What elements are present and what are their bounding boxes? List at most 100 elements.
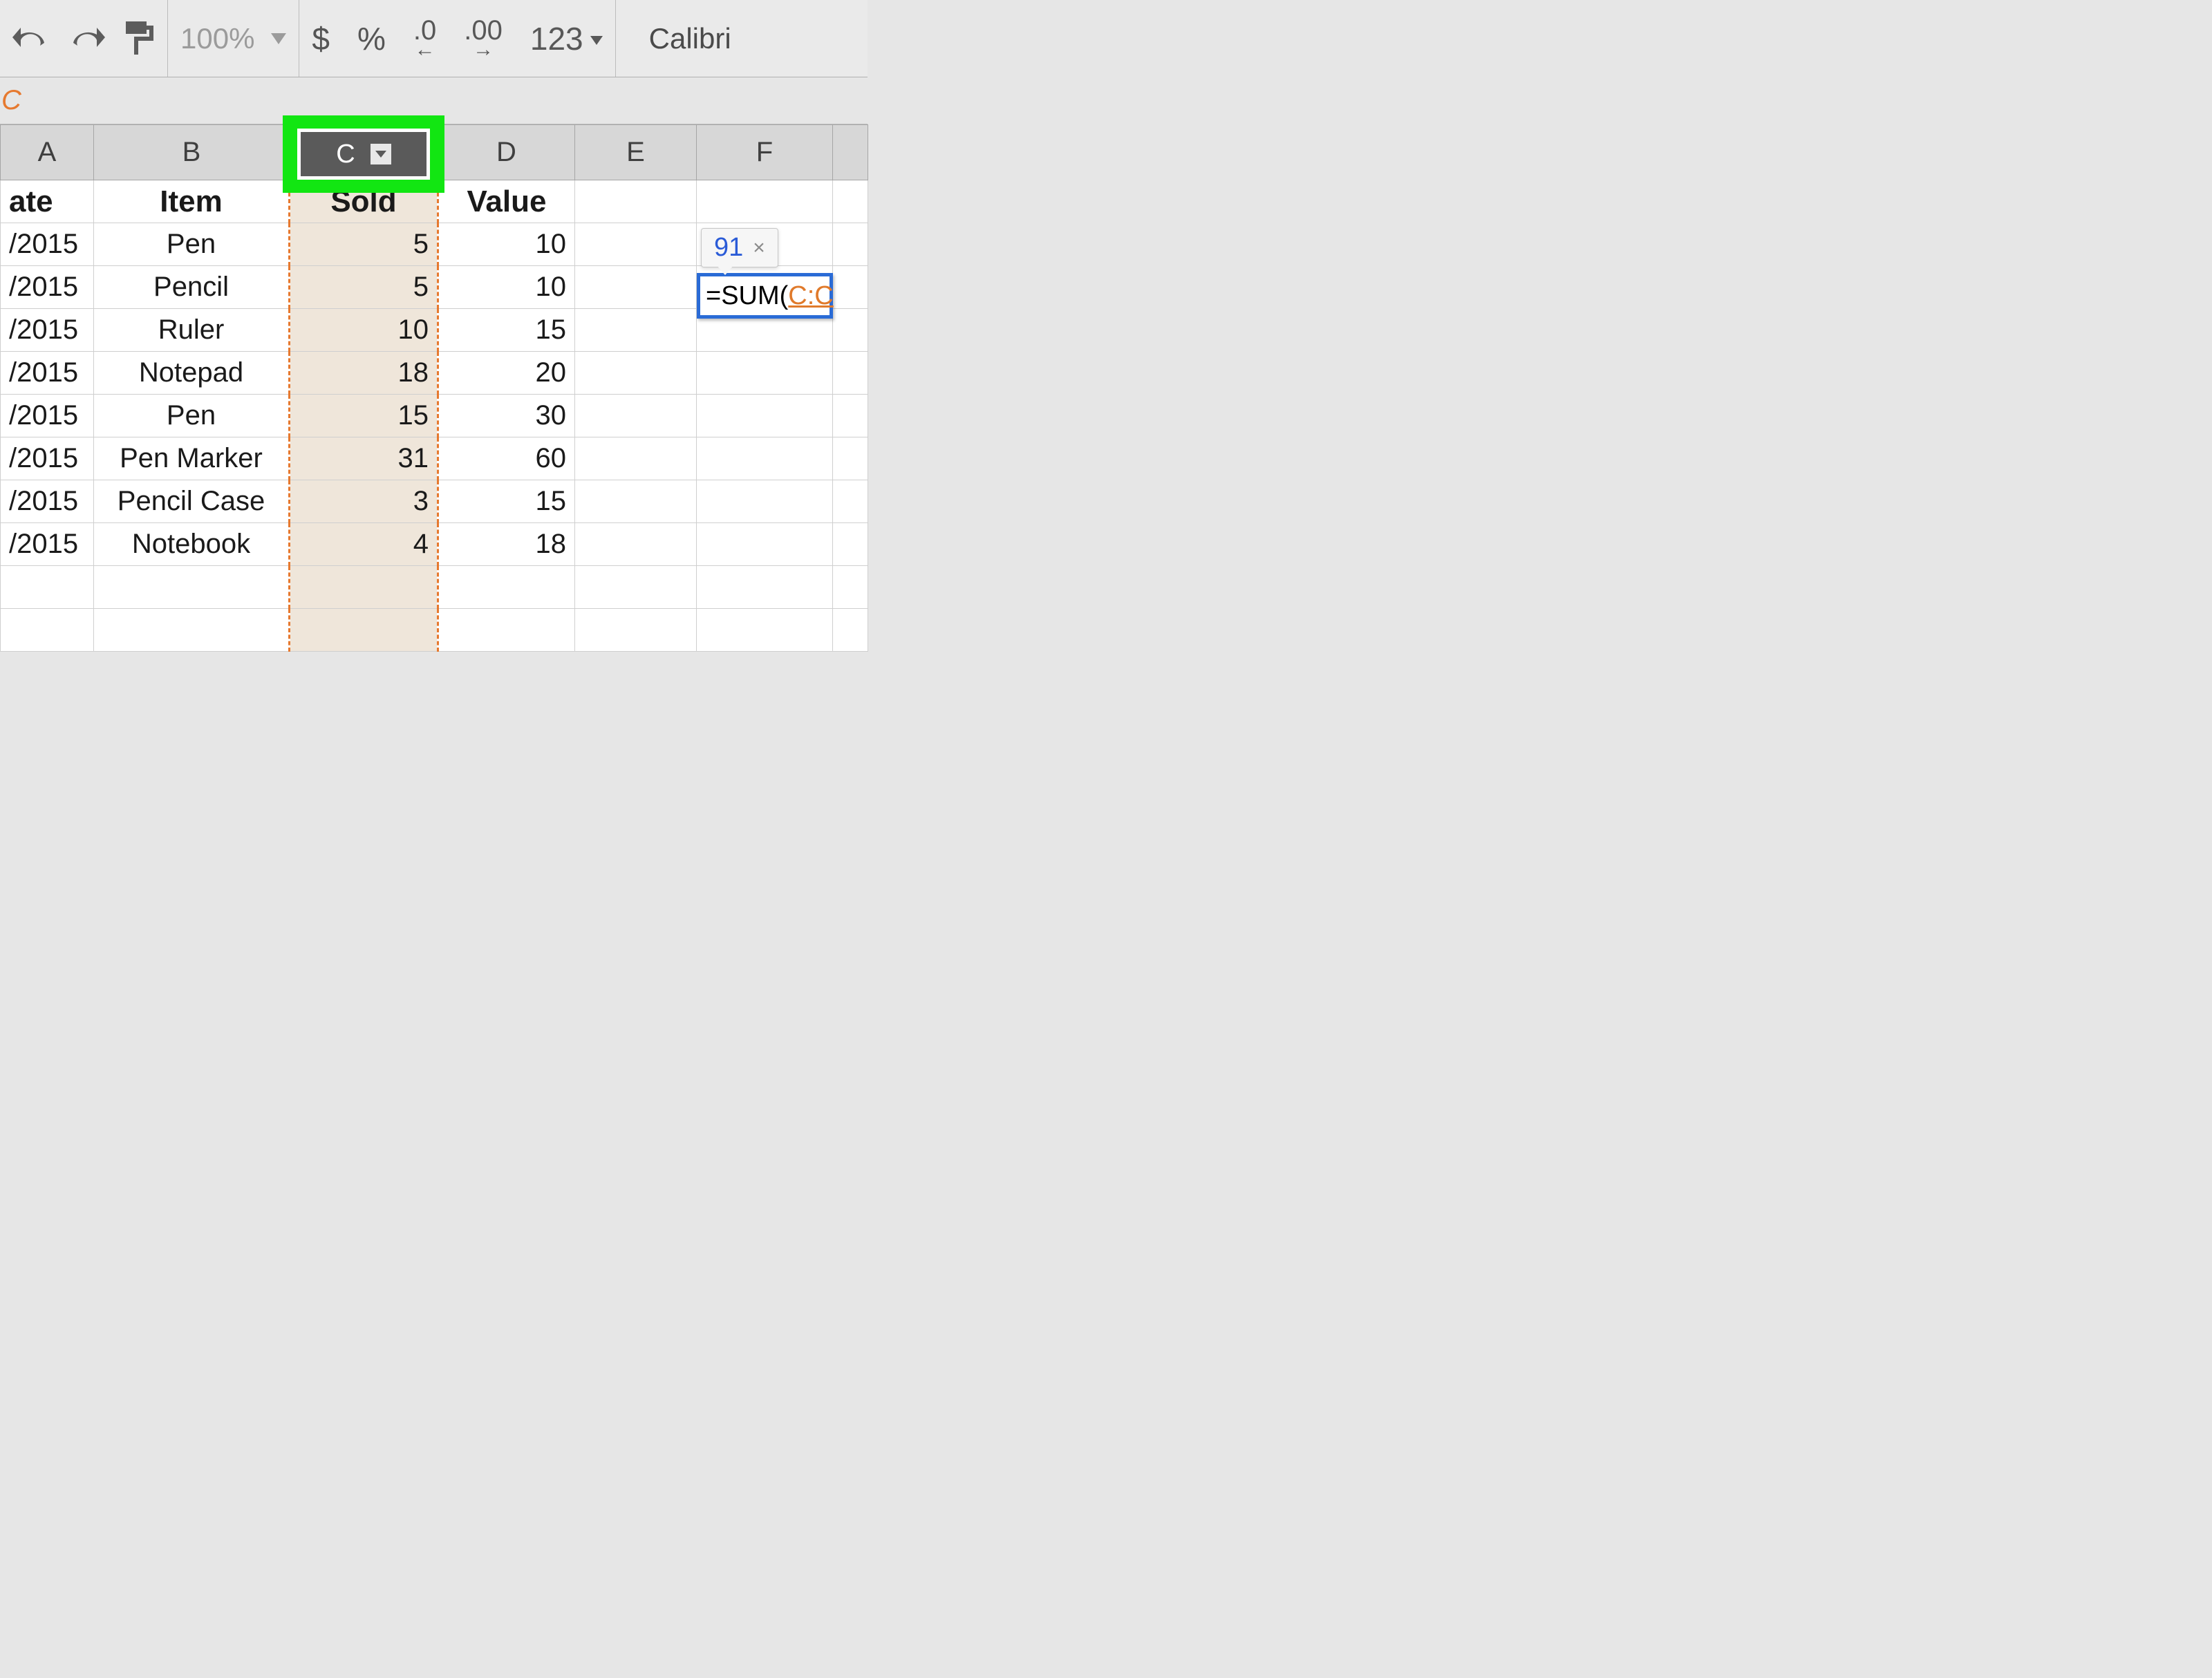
column-header-C[interactable]: C xyxy=(290,125,438,180)
table-row[interactable] xyxy=(1,609,868,652)
cell[interactable] xyxy=(697,395,833,437)
table-row[interactable]: /2015 Notepad 18 20 xyxy=(1,352,868,395)
cell[interactable] xyxy=(290,609,438,652)
column-header-F[interactable]: F xyxy=(697,125,833,180)
cell[interactable]: 10 xyxy=(290,309,438,352)
cell[interactable]: 5 xyxy=(290,266,438,309)
column-header-edge[interactable] xyxy=(833,125,868,180)
column-header-E[interactable]: E xyxy=(575,125,697,180)
cell[interactable] xyxy=(833,437,868,480)
format-currency-button[interactable]: $ xyxy=(312,20,330,57)
cell[interactable]: 15 xyxy=(438,480,575,523)
column-menu-button[interactable] xyxy=(371,144,391,164)
format-percent-button[interactable]: % xyxy=(357,20,386,57)
cell[interactable]: Pen Marker xyxy=(94,437,290,480)
paint-format-button[interactable] xyxy=(123,20,155,57)
cell[interactable]: /2015 xyxy=(1,395,94,437)
cell[interactable]: /2015 xyxy=(1,309,94,352)
cell[interactable]: Notepad xyxy=(94,352,290,395)
cell[interactable]: Item xyxy=(94,180,290,223)
cell[interactable]: /2015 xyxy=(1,223,94,266)
cell[interactable] xyxy=(697,609,833,652)
cell[interactable]: Notebook xyxy=(94,523,290,566)
cell[interactable]: /2015 xyxy=(1,266,94,309)
cell[interactable] xyxy=(94,566,290,609)
table-row[interactable]: /2015 Pencil Case 3 15 xyxy=(1,480,868,523)
cell[interactable] xyxy=(697,523,833,566)
cell[interactable] xyxy=(833,609,868,652)
cell[interactable] xyxy=(697,566,833,609)
cell[interactable]: 18 xyxy=(438,523,575,566)
close-icon[interactable]: × xyxy=(753,236,765,260)
cell[interactable]: 18 xyxy=(290,352,438,395)
cell[interactable]: Value xyxy=(438,180,575,223)
cell[interactable] xyxy=(575,352,697,395)
cell[interactable] xyxy=(575,223,697,266)
font-family-dropdown[interactable]: Calibri xyxy=(628,22,752,55)
cell[interactable]: 15 xyxy=(290,395,438,437)
cell[interactable]: /2015 xyxy=(1,523,94,566)
cell[interactable]: /2015 xyxy=(1,480,94,523)
cell[interactable]: Pencil Case xyxy=(94,480,290,523)
column-header-A[interactable]: A xyxy=(1,125,94,180)
column-headers[interactable]: A B C D E F xyxy=(1,125,868,180)
cell[interactable]: 10 xyxy=(438,266,575,309)
cell[interactable] xyxy=(833,309,868,352)
cell[interactable] xyxy=(290,566,438,609)
cell[interactable] xyxy=(833,223,868,266)
cell[interactable]: 3 xyxy=(290,480,438,523)
cell[interactable] xyxy=(833,566,868,609)
cell[interactable] xyxy=(833,480,868,523)
cell[interactable]: 15 xyxy=(438,309,575,352)
name-box[interactable]: C xyxy=(0,85,21,116)
cell[interactable] xyxy=(1,609,94,652)
cell[interactable] xyxy=(438,566,575,609)
cell[interactable]: 31 xyxy=(290,437,438,480)
cell[interactable] xyxy=(94,609,290,652)
cell[interactable]: 20 xyxy=(438,352,575,395)
cell[interactable]: 30 xyxy=(438,395,575,437)
cell[interactable]: 5 xyxy=(290,223,438,266)
cell[interactable] xyxy=(833,180,868,223)
table-row[interactable]: /2015 Pen Marker 31 60 xyxy=(1,437,868,480)
cell[interactable] xyxy=(575,180,697,223)
redo-button[interactable] xyxy=(68,22,105,55)
cell[interactable] xyxy=(697,180,833,223)
cell[interactable]: /2015 xyxy=(1,437,94,480)
cell[interactable] xyxy=(575,437,697,480)
cell[interactable]: 60 xyxy=(438,437,575,480)
column-header-B[interactable]: B xyxy=(94,125,290,180)
cell[interactable] xyxy=(575,309,697,352)
number-format-dropdown[interactable]: 123 xyxy=(530,20,603,57)
cell[interactable] xyxy=(697,480,833,523)
spreadsheet-grid[interactable]: A B C D E F ate Item Sold Value xyxy=(0,124,868,652)
cell[interactable]: 4 xyxy=(290,523,438,566)
table-row[interactable] xyxy=(1,566,868,609)
cell[interactable] xyxy=(833,266,868,309)
cell[interactable] xyxy=(438,609,575,652)
cell[interactable] xyxy=(1,566,94,609)
cell[interactable] xyxy=(575,523,697,566)
table-row[interactable]: /2015 Notebook 4 18 xyxy=(1,523,868,566)
cell[interactable] xyxy=(575,609,697,652)
cell[interactable]: Ruler xyxy=(94,309,290,352)
cell[interactable] xyxy=(697,352,833,395)
cell[interactable]: 10 xyxy=(438,223,575,266)
cell[interactable]: Pen xyxy=(94,395,290,437)
cell[interactable]: /2015 xyxy=(1,352,94,395)
cell[interactable]: ate xyxy=(1,180,94,223)
cell[interactable] xyxy=(575,395,697,437)
cell[interactable]: Pen xyxy=(94,223,290,266)
active-formula-cell[interactable]: =SUM(C:C xyxy=(697,273,833,319)
cell[interactable] xyxy=(575,480,697,523)
decrease-decimal-button[interactable]: .0 ← xyxy=(413,19,436,58)
cell[interactable] xyxy=(575,566,697,609)
cell[interactable] xyxy=(833,352,868,395)
zoom-dropdown[interactable]: 100% xyxy=(168,0,299,77)
undo-button[interactable] xyxy=(12,22,50,55)
cell[interactable] xyxy=(697,437,833,480)
column-header-D[interactable]: D xyxy=(438,125,575,180)
cell[interactable] xyxy=(575,266,697,309)
cell[interactable]: Pencil xyxy=(94,266,290,309)
cell[interactable] xyxy=(833,395,868,437)
